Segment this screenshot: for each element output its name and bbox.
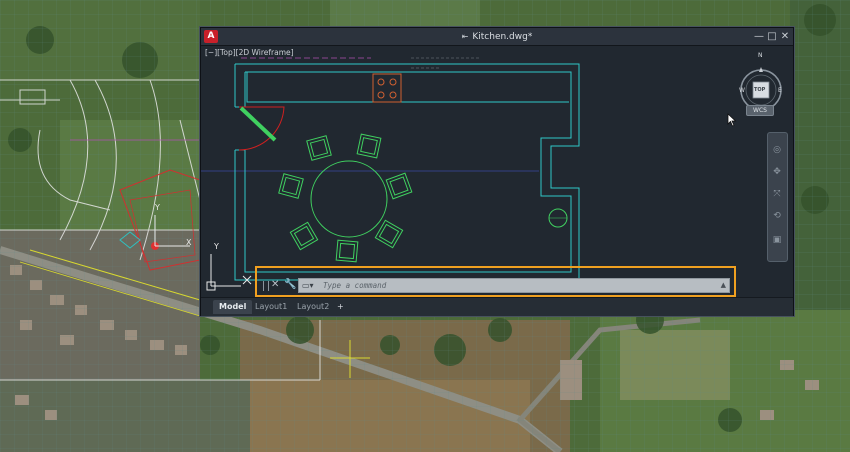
- round-dining-table[interactable]: [310, 160, 388, 238]
- wcs-menu[interactable]: WCS: [746, 105, 774, 116]
- background-ucs-y-label: Y: [155, 203, 160, 212]
- navigation-bar[interactable]: ◎ ✥ ⤧ ⟲ ▣: [767, 132, 788, 262]
- view-cube-west[interactable]: W: [739, 87, 745, 94]
- showmotion-icon[interactable]: ▣: [772, 235, 782, 245]
- minimize-button[interactable]: —: [753, 30, 765, 43]
- steering-wheel-icon[interactable]: ◎: [772, 145, 782, 155]
- orbit-icon[interactable]: ⟲: [772, 211, 782, 221]
- layout-tab-bar: Model Layout1 Layout2 +: [201, 297, 793, 316]
- tab-layout2[interactable]: Layout2: [291, 300, 335, 314]
- pin-icon[interactable]: ⇤: [462, 32, 469, 41]
- drawing-canvas[interactable]: [201, 46, 793, 297]
- tab-layout1[interactable]: Layout1: [249, 300, 293, 314]
- ucs-y-label: Y: [214, 242, 219, 251]
- view-cube-east[interactable]: E: [778, 87, 782, 94]
- background-ucs-x-label: X: [186, 238, 192, 247]
- window-title-text: Kitchen.dwg*: [472, 32, 533, 42]
- pan-icon[interactable]: ✥: [772, 167, 782, 177]
- view-cube-top-face[interactable]: TOP: [754, 87, 765, 93]
- sink-fixture[interactable]: [548, 208, 568, 228]
- kitchen-appliance[interactable]: [372, 73, 402, 103]
- view-cube-north[interactable]: N: [758, 52, 763, 59]
- window-title: ⇤ Kitchen.dwg*: [201, 30, 793, 44]
- dining-chairs[interactable]: [278, 133, 413, 263]
- add-layout-tab-button[interactable]: +: [331, 300, 350, 314]
- command-line-highlight: [255, 266, 736, 297]
- zoom-icon[interactable]: ⤧: [772, 189, 782, 199]
- window-title-bar[interactable]: A ⇤ Kitchen.dwg* — □ ✕: [201, 28, 793, 46]
- maximize-button[interactable]: □: [766, 30, 778, 43]
- tab-model[interactable]: Model: [213, 300, 253, 314]
- mouse-cursor-icon: [727, 113, 737, 127]
- close-button[interactable]: ✕: [779, 30, 791, 43]
- door-swing[interactable]: [238, 106, 285, 151]
- ucs-icon: [206, 254, 241, 291]
